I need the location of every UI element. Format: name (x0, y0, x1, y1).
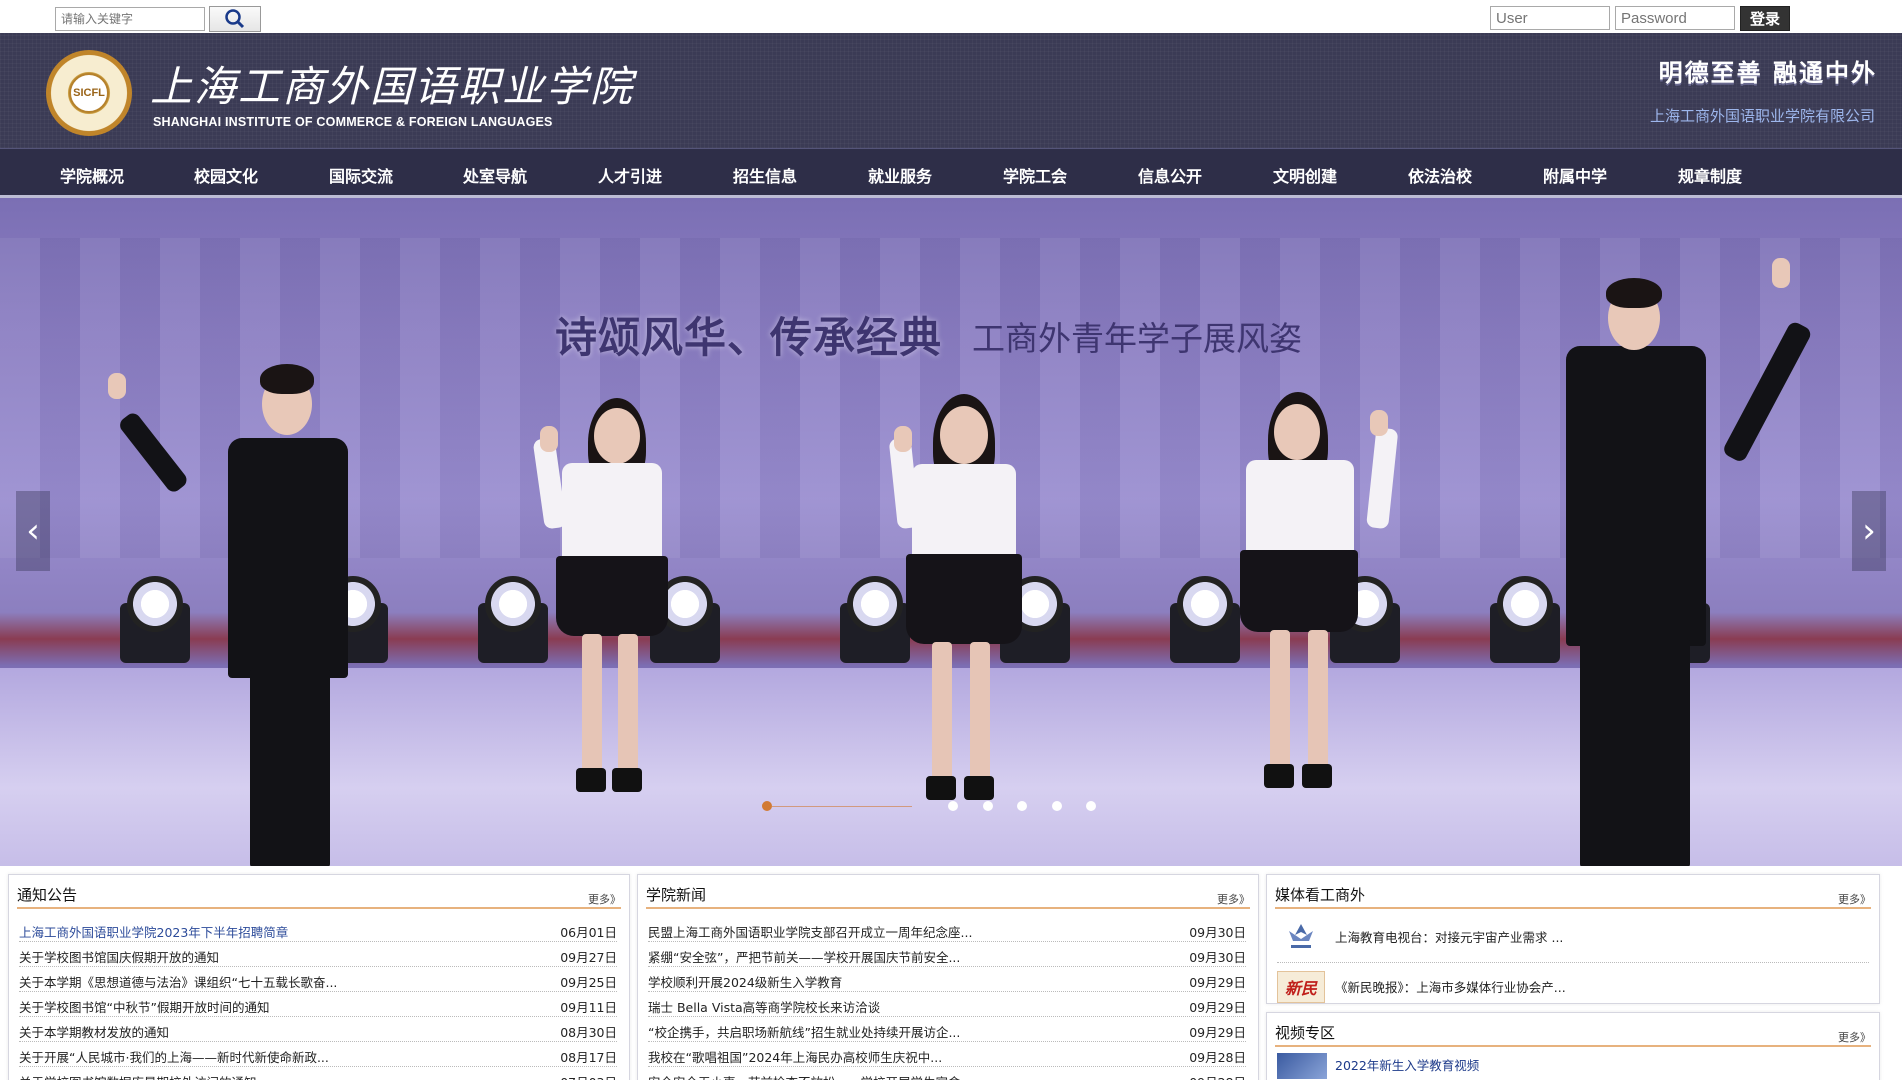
list-item[interactable]: 民盟上海工商外国语职业学院支部召开成立一周年纪念座... 09月30日 (648, 917, 1246, 942)
username-input[interactable] (1490, 6, 1610, 30)
banner-prev-button[interactable]: ‹ (16, 491, 50, 571)
panel-divider (1275, 1045, 1871, 1047)
nav-item-about[interactable]: 学院概况 (60, 163, 124, 187)
panel-divider (17, 907, 621, 909)
login-button[interactable]: 登录 (1740, 6, 1790, 31)
carousel-dot-2[interactable] (948, 801, 958, 811)
video-thumbnail[interactable] (1277, 1053, 1327, 1079)
main-nav: 学院概况 校园文化 国际交流 处室导航 人才引进 招生信息 就业服务 学院工会 … (0, 148, 1902, 198)
school-name-cn[interactable]: 上海工商外国语职业学院 (150, 53, 634, 114)
news-title: 学院新闻 (646, 886, 707, 904)
banner-title: 诗颂风华、传承经典 (555, 313, 943, 362)
search-input[interactable] (55, 7, 205, 31)
list-item[interactable]: 关于学校图书馆国庆假期开放的通知 09月27日 (19, 942, 617, 967)
list-item[interactable]: 瑞士 Bella Vista高等商学院校长来访洽谈 09月29日 (648, 992, 1246, 1017)
carousel-dot-5[interactable] (1052, 801, 1062, 811)
media-title: 媒体看工商外 (1275, 886, 1366, 904)
company-name: 上海工商外国语职业学院有限公司 (1649, 107, 1875, 125)
top-bar: 登录 (0, 0, 1902, 33)
nav-item-high-school[interactable]: 附属中学 (1543, 163, 1607, 187)
nav-item-admissions[interactable]: 招生信息 (733, 163, 797, 187)
list-item[interactable]: 关于学校图书馆数据库暑期校外访问的通知07月03日 (19, 1067, 617, 1080)
list-item[interactable]: 我校在“歌唱祖国”2024年上海民办高校师生庆祝中... 09月28日 (648, 1042, 1246, 1067)
media-item[interactable]: 上海教育电视台：对接元宇宙产业需求 ... (1277, 913, 1869, 963)
news-panel: 学院新闻 更多》 民盟上海工商外国语职业学院支部召开成立一周年纪念座... 09月… (637, 874, 1259, 1080)
notice-title: 通知公告 (17, 886, 78, 904)
nav-item-union[interactable]: 学院工会 (1003, 163, 1067, 187)
chevron-left-icon: ‹ (26, 511, 40, 551)
media-item[interactable]: 新民 《新民晚报》：上海市多媒体行业协会产... (1277, 963, 1869, 1013)
school-motto: 明德至善 融通中外 (1658, 58, 1877, 87)
video-link[interactable]: 2022年新生入学教育视频 (1335, 1055, 1479, 1074)
list-item[interactable]: 紧绷“安全弦”，严把节前关——学校开展国庆节前安全... 09月30日 (648, 942, 1246, 967)
list-item[interactable]: 安全安全无小事，节前检查不放松——学校开展学生宿舍...09月28日 (648, 1067, 1246, 1080)
list-item[interactable]: 关于本学期教材发放的通知 08月30日 (19, 1017, 617, 1042)
seal-center-text: SICFL (69, 73, 109, 113)
carousel-dot-4[interactable] (1017, 801, 1027, 811)
search-button[interactable] (209, 6, 261, 32)
banner-carousel[interactable]: 诗颂风华、传承经典 工商外青年学子展风姿 ‹ › (0, 198, 1902, 866)
school-name-en: SHANGHAI INSTITUTE OF COMMERCE & FOREIGN… (153, 115, 553, 129)
carousel-progress-line (772, 806, 912, 807)
list-item[interactable]: 关于学校图书馆“中秋节”假期开放时间的通知 09月11日 (19, 992, 617, 1017)
nav-item-disclosure[interactable]: 信息公开 (1138, 163, 1202, 187)
list-item[interactable]: 学校顺利开展2024级新生入学教育 09月29日 (648, 967, 1246, 992)
media-panel: 媒体看工商外 更多》 上海教育电视台：对接元宇宙产业需求 ... 新民 《新民晚… (1266, 874, 1880, 1004)
nav-item-recruitment[interactable]: 人才引进 (598, 163, 662, 187)
video-panel: 视频专区 更多》 2022年新生入学教育视频 (1266, 1012, 1880, 1080)
list-item[interactable]: 关于本学期《思想道德与法治》课组织“七十五载长歌奋... 09月25日 (19, 967, 617, 992)
nav-item-departments[interactable]: 处室导航 (463, 163, 527, 187)
school-seal-logo[interactable]: SICFL (46, 50, 132, 136)
notice-panel: 通知公告 更多》 上海工商外国语职业学院2023年下半年招聘简章 06月01日 关… (8, 874, 630, 1080)
banner-subtitle: 工商外青年学子展风姿 (972, 319, 1302, 358)
nav-item-regulations[interactable]: 规章制度 (1678, 163, 1742, 187)
panel-divider (1275, 907, 1871, 909)
chevron-right-icon: › (1862, 511, 1876, 551)
carousel-dot-1[interactable] (762, 801, 772, 811)
site-header: SICFL 上海工商外国语职业学院 SHANGHAI INSTITUTE OF … (0, 33, 1902, 148)
xinmin-evening-news-logo: 新民 (1277, 971, 1325, 1003)
panel-divider (646, 907, 1250, 909)
list-item[interactable]: “校企携手，共启职场新航线”招生就业处持续开展访企... 09月29日 (648, 1017, 1246, 1042)
news-more-link[interactable]: 更多》 (1217, 891, 1250, 907)
list-item[interactable]: 关于开展“人民城市·我们的上海——新时代新使命新政... 08月17日 (19, 1042, 617, 1067)
search-icon (225, 9, 245, 29)
carousel-dot-3[interactable] (983, 801, 993, 811)
banner-next-button[interactable]: › (1852, 491, 1886, 571)
notice-more-link[interactable]: 更多》 (588, 891, 621, 907)
nav-item-civility[interactable]: 文明创建 (1273, 163, 1337, 187)
carousel-dot-6[interactable] (1086, 801, 1096, 811)
video-title: 视频专区 (1275, 1024, 1336, 1042)
media-more-link[interactable]: 更多》 (1838, 891, 1871, 907)
password-input[interactable] (1615, 6, 1735, 30)
video-more-link[interactable]: 更多》 (1838, 1029, 1871, 1045)
list-item[interactable]: 上海工商外国语职业学院2023年下半年招聘简章 06月01日 (19, 917, 617, 942)
shanghai-education-tv-logo (1289, 924, 1313, 948)
nav-item-international[interactable]: 国际交流 (329, 163, 393, 187)
nav-item-employment[interactable]: 就业服务 (868, 163, 932, 187)
nav-item-rule-of-law[interactable]: 依法治校 (1408, 163, 1472, 187)
nav-item-culture[interactable]: 校园文化 (194, 163, 258, 187)
